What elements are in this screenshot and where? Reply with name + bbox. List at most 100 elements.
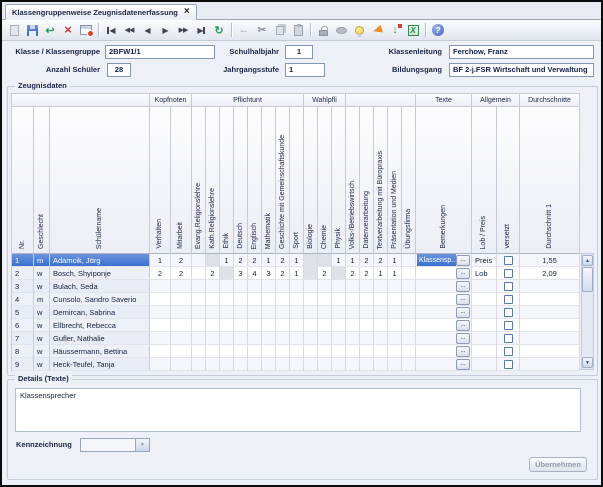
first-record-icon[interactable]: ◀: [102, 22, 120, 39]
grade-cell[interactable]: 2: [171, 267, 192, 280]
preview-icon[interactable]: [332, 22, 350, 39]
last-record-icon[interactable]: ▶: [192, 22, 210, 39]
grade-cell[interactable]: [318, 254, 332, 267]
student-name-cell[interactable]: Cunsolo, Sandro Saverio: [50, 293, 150, 306]
grade-cell[interactable]: [304, 319, 318, 332]
grade-cell[interactable]: 2: [318, 267, 332, 280]
grade-cell[interactable]: [332, 267, 346, 280]
durchschnitt-cell[interactable]: [520, 306, 580, 319]
row-number-cell[interactable]: 6: [12, 319, 34, 332]
grade-cell[interactable]: [276, 332, 290, 345]
bemerkung-cell[interactable]: ...: [416, 358, 472, 371]
grade-cell[interactable]: [171, 280, 192, 293]
bemerkung-expand-button[interactable]: ...: [456, 255, 470, 266]
grade-cell[interactable]: [192, 345, 206, 358]
lob-preis-cell[interactable]: [472, 293, 497, 306]
grade-cell[interactable]: [276, 280, 290, 293]
hint-lightbulb-icon[interactable]: [350, 22, 368, 39]
grade-cell[interactable]: [206, 254, 220, 267]
grade-cell[interactable]: [192, 358, 206, 371]
grade-cell[interactable]: [234, 280, 248, 293]
versetzt-checkbox[interactable]: [504, 282, 513, 291]
versetzt-cell[interactable]: [497, 358, 520, 371]
durchschnitt-cell[interactable]: [520, 319, 580, 332]
student-name-cell[interactable]: Bulach, Seda: [50, 280, 150, 293]
column-header-versetzt[interactable]: versetzt: [497, 107, 520, 254]
bemerkung-expand-button[interactable]: ...: [456, 281, 470, 292]
gender-cell[interactable]: w: [34, 306, 50, 319]
grade-cell[interactable]: [150, 306, 171, 319]
durchschnitt-cell[interactable]: [520, 293, 580, 306]
refresh-icon[interactable]: [210, 22, 228, 39]
grade-cell[interactable]: 3: [262, 267, 276, 280]
notification-horn-icon[interactable]: [368, 22, 386, 39]
grade-cell[interactable]: [248, 358, 262, 371]
grade-cell[interactable]: [374, 358, 388, 371]
grade-cell[interactable]: [402, 267, 416, 280]
versetzt-checkbox[interactable]: [504, 321, 513, 330]
fast-forward-icon[interactable]: ▶▶: [174, 22, 192, 39]
student-name-cell[interactable]: Adamcik, Jörg: [50, 254, 150, 267]
grade-cell[interactable]: [262, 345, 276, 358]
grade-cell[interactable]: [192, 332, 206, 345]
back-arrow-icon[interactable]: [235, 22, 253, 39]
grade-cell[interactable]: [192, 293, 206, 306]
grade-cell[interactable]: [388, 319, 402, 332]
grade-cell[interactable]: [290, 306, 304, 319]
grade-cell[interactable]: 1: [388, 267, 402, 280]
durchschnitt-cell[interactable]: [520, 280, 580, 293]
versetzt-cell[interactable]: [497, 332, 520, 345]
row-number-cell[interactable]: 7: [12, 332, 34, 345]
grade-cell[interactable]: [402, 332, 416, 345]
kennzeichnung-combobox[interactable]: [80, 438, 150, 452]
klasse-input[interactable]: 2BFW1/1: [105, 45, 215, 59]
bemerkung-expand-button[interactable]: ...: [456, 346, 470, 357]
kennzeichnung-value[interactable]: [80, 438, 136, 452]
grade-cell[interactable]: 3: [234, 267, 248, 280]
grade-cell[interactable]: [171, 293, 192, 306]
grade-cell[interactable]: [262, 280, 276, 293]
grade-cell[interactable]: [206, 345, 220, 358]
fast-backward-icon[interactable]: ◀◀: [120, 22, 138, 39]
column-header-präsentation-und-medien[interactable]: Präsentation und Medien: [388, 107, 402, 254]
gender-cell[interactable]: m: [34, 293, 50, 306]
grade-cell[interactable]: [388, 293, 402, 306]
gender-cell[interactable]: w: [34, 280, 50, 293]
undo-icon[interactable]: [41, 22, 59, 39]
grade-cell[interactable]: [206, 293, 220, 306]
grade-cell[interactable]: [192, 280, 206, 293]
grade-cell[interactable]: [290, 280, 304, 293]
grade-cell[interactable]: [388, 306, 402, 319]
grade-cell[interactable]: [318, 319, 332, 332]
column-header-chemie[interactable]: Chemie: [318, 107, 332, 254]
grade-cell[interactable]: [318, 345, 332, 358]
column-header-ethik[interactable]: Ethik: [220, 107, 234, 254]
import-icon[interactable]: [386, 22, 404, 39]
grade-cell[interactable]: [346, 293, 360, 306]
grade-cell[interactable]: [150, 345, 171, 358]
grade-cell[interactable]: [318, 293, 332, 306]
grade-cell[interactable]: [220, 358, 234, 371]
gender-cell[interactable]: w: [34, 332, 50, 345]
grade-cell[interactable]: [360, 319, 374, 332]
row-number-cell[interactable]: 3: [12, 280, 34, 293]
column-header-schülername[interactable]: Schülername: [50, 107, 150, 254]
lob-preis-cell[interactable]: Lob: [472, 267, 497, 280]
grade-cell[interactable]: [220, 280, 234, 293]
versetzt-checkbox[interactable]: [504, 347, 513, 356]
grade-cell[interactable]: [150, 332, 171, 345]
copy-icon[interactable]: [271, 22, 289, 39]
grade-cell[interactable]: [318, 280, 332, 293]
gender-cell[interactable]: w: [34, 267, 50, 280]
grade-cell[interactable]: [374, 280, 388, 293]
grade-cell[interactable]: [262, 306, 276, 319]
durchschnitt-cell[interactable]: [520, 345, 580, 358]
column-header-bemerkungen[interactable]: Bemerkungen: [416, 107, 472, 254]
next-record-icon[interactable]: ▶: [156, 22, 174, 39]
column-header-biologie[interactable]: Biologie: [304, 107, 318, 254]
grade-cell[interactable]: [248, 345, 262, 358]
grade-cell[interactable]: [248, 293, 262, 306]
grade-cell[interactable]: [220, 267, 234, 280]
grade-cell[interactable]: [360, 332, 374, 345]
grade-cell[interactable]: [346, 306, 360, 319]
